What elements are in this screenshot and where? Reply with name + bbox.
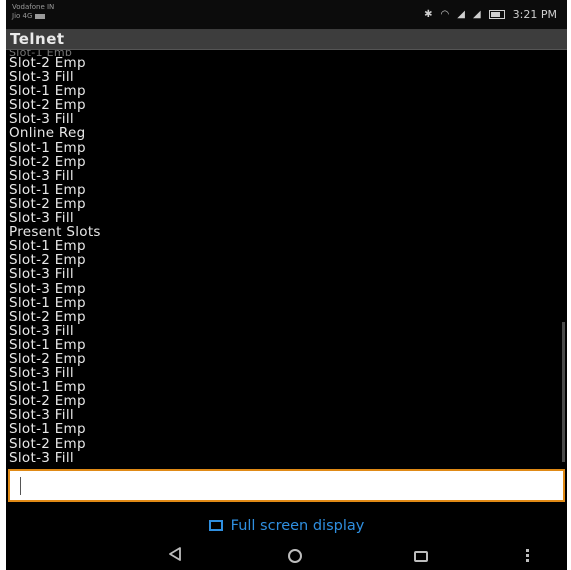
terminal-line: Slot-3 Fill	[9, 407, 74, 424]
terminal-output[interactable]: Slot-1 Emp Slot-2 EmpSlot-3 FillSlot-1 E…	[6, 50, 567, 465]
terminal-line: Slot-3 Emp	[9, 280, 86, 297]
terminal-line: Slot-1 Emp	[9, 294, 86, 311]
terminal-line: Slot-2 Emp	[9, 97, 86, 114]
battery-icon	[488, 10, 505, 19]
app-title-bar: Telnet	[6, 29, 567, 50]
recent-apps-icon[interactable]	[414, 551, 428, 562]
terminal-line: Online Reg	[9, 125, 86, 142]
bluetooth-icon: ✱	[424, 9, 433, 20]
app-title: Telnet	[10, 30, 65, 48]
scrollbar[interactable]	[562, 322, 565, 462]
terminal-line: Slot-2 Emp	[9, 195, 86, 212]
fullscreen-icon	[208, 520, 223, 531]
status-icons: ✱ ◠ ◢ ◢ 3:21 PM	[424, 8, 557, 21]
terminal-line: Slot-1 Emp	[9, 181, 86, 198]
phone-screen: Vodafone IN Jio 4G ✱ ◠ ◢ ◢ 3:21 PM Telne…	[6, 0, 567, 570]
terminal-line: Slot-1 Emp	[9, 379, 86, 396]
terminal-line: Slot-1 Emp	[9, 83, 86, 100]
terminal-line: Slot-2 Emp	[9, 393, 86, 410]
terminal-line: Slot-3 Fill	[9, 111, 74, 128]
terminal-line: Slot-3 Fill	[9, 210, 74, 227]
signal-icon: ◢	[457, 9, 465, 20]
status-bar: Vodafone IN Jio 4G ✱ ◠ ◢ ◢ 3:21 PM	[6, 0, 567, 29]
terminal-line: Slot-2 Emp	[9, 153, 86, 170]
fullscreen-label: Full screen display	[230, 518, 365, 534]
keyboard-icon	[35, 14, 46, 19]
fullscreen-display-button[interactable]: Full screen display	[6, 518, 567, 540]
text-cursor	[20, 477, 21, 495]
terminal-line: Slot-2 Emp	[9, 350, 86, 367]
carrier-name-secondary: Jio 4G	[12, 12, 33, 20]
terminal-line: Present Slots	[9, 224, 101, 241]
terminal-line: Slot-1 Emp	[9, 238, 86, 255]
navigation-bar	[6, 543, 567, 570]
terminal-line: Slot-2 Emp	[9, 308, 86, 325]
terminal-line: Slot-3 Fill	[9, 167, 74, 184]
clock: 3:21 PM	[512, 8, 557, 21]
wifi-icon: ◠	[440, 9, 450, 20]
home-icon[interactable]	[288, 549, 302, 563]
terminal-line: Slot-3 Fill	[9, 322, 74, 339]
carrier-info: Vodafone IN Jio 4G	[12, 3, 54, 21]
carrier-name: Vodafone IN	[12, 3, 55, 11]
terminal-line: Slot-3 Fill	[9, 449, 74, 465]
menu-icon[interactable]	[526, 549, 530, 563]
terminal-line: Slot-3 Fill	[9, 365, 74, 382]
terminal-line: Slot-2 Emp	[9, 435, 86, 452]
terminal-line: Slot-2 Emp	[9, 55, 86, 71]
terminal-line: Slot-1 Emp	[9, 139, 86, 156]
command-input[interactable]	[8, 469, 565, 502]
terminal-line: Slot-1 Emp	[9, 336, 86, 353]
terminal-line: Slot-1 Emp	[9, 421, 86, 438]
terminal-line: Slot-3 Fill	[9, 266, 74, 283]
back-icon[interactable]	[168, 547, 182, 561]
terminal-line: Slot-3 Fill	[9, 69, 74, 86]
signal-icon: ◢	[472, 9, 481, 20]
terminal-line: Slot-2 Emp	[9, 252, 86, 269]
